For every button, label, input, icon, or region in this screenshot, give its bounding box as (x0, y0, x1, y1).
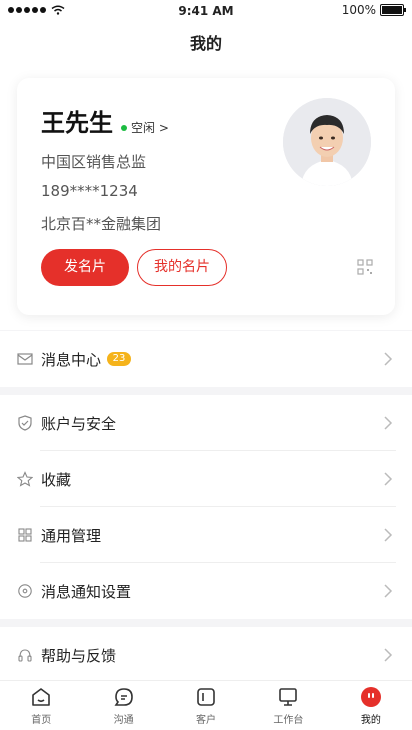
menu-label: 通用管理 (41, 526, 102, 545)
chevron-right-icon (384, 352, 393, 366)
help-icon (17, 647, 33, 663)
menu-label: 消息中心 (41, 350, 102, 369)
chat-icon (114, 687, 133, 706)
company-name: 北京百**金融集团 (41, 215, 162, 233)
profile-card[interactable]: 王先生 空闲 > 中国区销售总监 189****1234 北京百**金融集团 发… (17, 78, 395, 315)
menu-message-center[interactable]: 消息中心 23 (0, 331, 412, 387)
menu-group-help: 帮助与反馈 (0, 627, 412, 683)
chevron-right-icon (384, 472, 393, 486)
battery-percent: 100% (341, 3, 376, 17)
tab-workbench[interactable]: 工作台 (247, 681, 329, 730)
home-icon (32, 687, 51, 706)
qr-code-icon[interactable] (357, 259, 373, 275)
tab-label: 我的 (360, 714, 381, 726)
tab-label: 首页 (31, 714, 52, 726)
job-title: 中国区销售总监 (41, 153, 147, 171)
star-icon (17, 471, 33, 487)
chevron-right-icon (384, 584, 393, 598)
profile-active-icon (360, 686, 381, 707)
tab-mine[interactable]: 我的 (330, 681, 412, 730)
profile-section: 王先生 空闲 > 中国区销售总监 189****1234 北京百**金融集团 发… (0, 66, 412, 330)
tab-label: 工作台 (273, 714, 304, 726)
menu-general[interactable]: 通用管理 (0, 507, 412, 563)
user-name: 王先生 (41, 109, 113, 137)
unread-badge: 23 (107, 352, 132, 366)
menu-account-security[interactable]: 账户与安全 (0, 395, 412, 451)
tab-label: 沟通 (113, 714, 134, 726)
nav-bar: 我的 (0, 22, 412, 66)
menu-label: 帮助与反馈 (41, 646, 117, 665)
tab-chat[interactable]: 沟通 (82, 681, 164, 730)
chevron-right-icon (384, 416, 393, 430)
menu-favorites[interactable]: 收藏 (0, 451, 412, 507)
my-card-button[interactable]: 我的名片 (137, 249, 227, 286)
tab-label: 客户 (196, 714, 217, 726)
menu-help[interactable]: 帮助与反馈 (0, 627, 412, 683)
send-card-button[interactable]: 发名片 (41, 249, 129, 286)
menu-notify-settings[interactable]: 消息通知设置 (0, 563, 412, 619)
tab-bar: 首页 沟通 客户 工作台 我的 (0, 680, 412, 730)
menu-label: 收藏 (41, 470, 72, 489)
tab-home[interactable]: 首页 (0, 681, 82, 730)
chevron-right-icon (384, 528, 393, 542)
mail-icon (17, 351, 33, 367)
online-dot-icon (121, 124, 127, 131)
menu-label: 账户与安全 (41, 414, 117, 433)
customer-icon (197, 687, 215, 706)
monitor-icon (279, 687, 298, 706)
phone-number: 189****1234 (41, 182, 138, 200)
menu-group-messages: 消息中心 23 (0, 331, 412, 387)
menu-label: 消息通知设置 (41, 582, 132, 601)
battery-icon (380, 4, 406, 16)
status-text: 空闲 > (131, 121, 169, 135)
status-bar: 9:41 AM 100% (0, 0, 412, 22)
status-selector[interactable]: 空闲 > (121, 119, 169, 136)
menu-group-settings: 账户与安全 收藏 通用管理 消息通知设置 (0, 395, 412, 619)
battery-indicator: 100% (341, 3, 406, 17)
page-title: 我的 (189, 34, 222, 53)
notification-icon (17, 583, 33, 599)
avatar[interactable] (283, 98, 371, 186)
shield-icon (17, 415, 33, 431)
tab-customer[interactable]: 客户 (165, 681, 247, 730)
chevron-right-icon (384, 648, 393, 662)
grid-icon (17, 527, 33, 543)
